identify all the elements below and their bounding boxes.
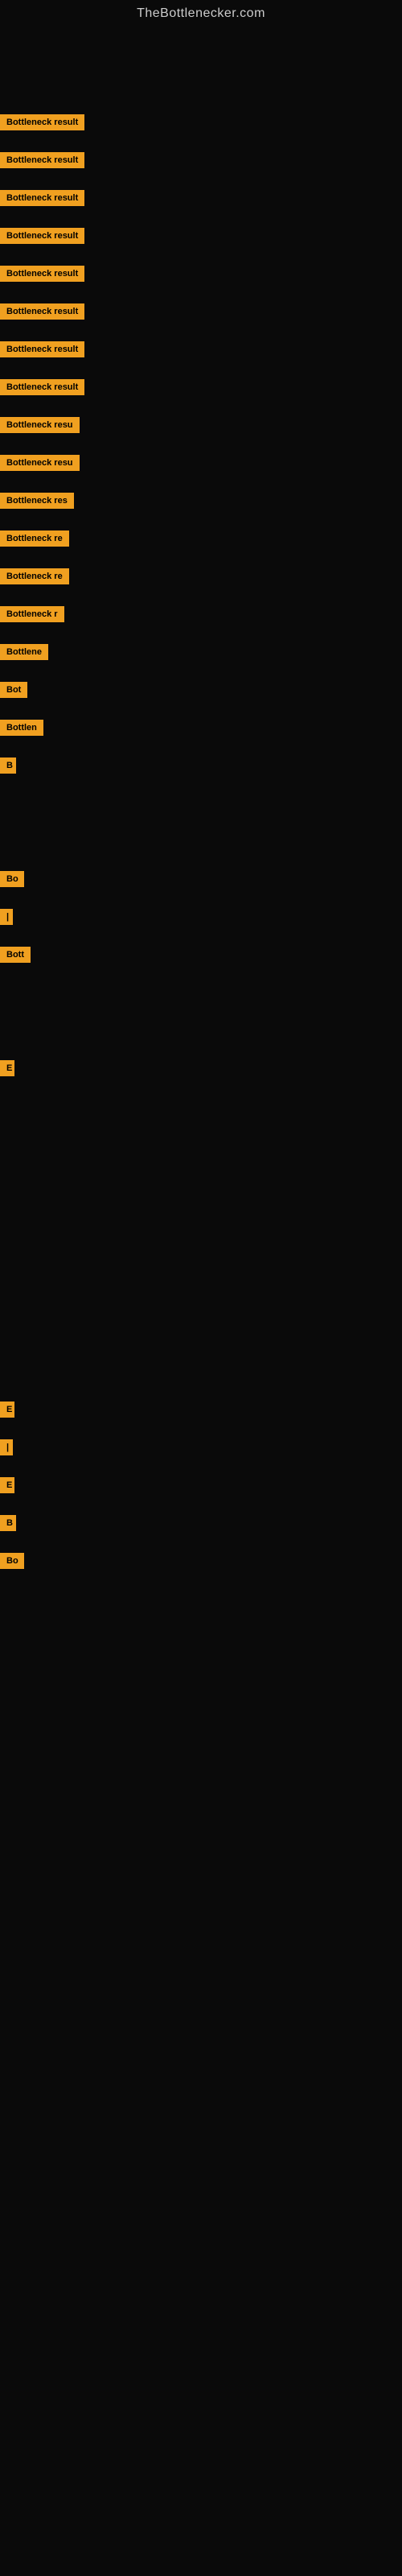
badge-label: Bottleneck result (0, 152, 84, 168)
bottleneck-badge: Bot (0, 682, 27, 702)
badge-label: Bottleneck result (0, 228, 84, 244)
bottleneck-badge: B (0, 1515, 16, 1535)
bottleneck-badge: Bottleneck re (0, 568, 69, 588)
bottleneck-badge: Bott (0, 947, 31, 967)
bottleneck-badge: Bottleneck result (0, 303, 84, 324)
badge-label: Bottleneck result (0, 341, 84, 357)
bottleneck-badge: Bottleneck r (0, 606, 64, 626)
badge-label: Bottlene (0, 644, 48, 660)
bottleneck-badge: Bottleneck result (0, 152, 84, 172)
badge-label: Bottleneck result (0, 190, 84, 206)
badge-label: Bottleneck r (0, 606, 64, 622)
badge-label: Bo (0, 871, 24, 887)
badge-label: Bottleneck re (0, 568, 69, 584)
badge-label: | (0, 1439, 13, 1455)
badge-label: E (0, 1477, 14, 1493)
badge-label: Bottleneck resu (0, 455, 80, 471)
badge-label: Bottleneck result (0, 266, 84, 282)
bottleneck-badge: Bottlene (0, 644, 48, 664)
badge-label: B (0, 758, 16, 774)
badge-label: Bottleneck result (0, 379, 84, 395)
bottleneck-badge: Bottlen (0, 720, 43, 740)
badge-label: E (0, 1402, 14, 1418)
badge-label: Bottleneck result (0, 114, 84, 130)
bottleneck-badge: Bottleneck result (0, 228, 84, 248)
bottleneck-badge: Bo (0, 1553, 24, 1573)
bottleneck-badge: Bottleneck result (0, 379, 84, 399)
bottleneck-badge: Bottleneck result (0, 114, 84, 134)
bottleneck-badge: Bottleneck result (0, 266, 84, 286)
bottleneck-badge: Bottleneck result (0, 190, 84, 210)
bottleneck-badge: Bottleneck result (0, 341, 84, 361)
badge-label: | (0, 909, 13, 925)
badge-label: Bottlen (0, 720, 43, 736)
bottleneck-badge: Bottleneck resu (0, 455, 80, 475)
bottleneck-badge: | (0, 1439, 13, 1459)
site-title: TheBottlenecker.com (0, 0, 402, 27)
bottleneck-badge: Bottleneck res (0, 493, 74, 513)
badge-label: Bottleneck result (0, 303, 84, 320)
badge-label: Bottleneck res (0, 493, 74, 509)
bottleneck-badge: Bottleneck re (0, 530, 69, 551)
badge-label: Bot (0, 682, 27, 698)
bottleneck-badge: E (0, 1477, 14, 1497)
bottleneck-badge: B (0, 758, 16, 778)
badge-label: Bottleneck resu (0, 417, 80, 433)
bottleneck-badge: Bo (0, 871, 24, 891)
badge-label: Bottleneck re (0, 530, 69, 547)
bottleneck-badge: E (0, 1402, 14, 1422)
badge-label: B (0, 1515, 16, 1531)
bottleneck-badge: | (0, 909, 13, 929)
bottleneck-badge: E (0, 1060, 14, 1080)
badge-label: Bo (0, 1553, 24, 1569)
bottleneck-badge: Bottleneck resu (0, 417, 80, 437)
badge-label: E (0, 1060, 14, 1076)
badge-label: Bott (0, 947, 31, 963)
